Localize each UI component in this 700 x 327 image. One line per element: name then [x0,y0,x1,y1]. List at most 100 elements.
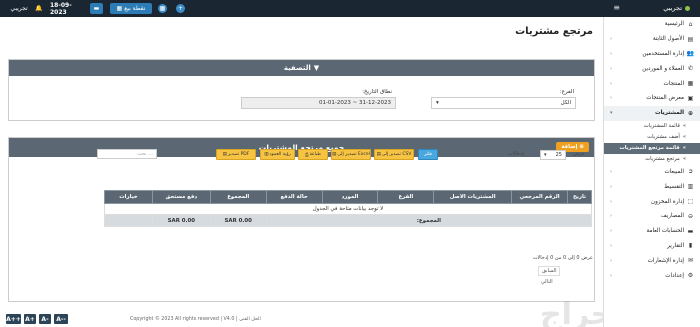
double-angle-icon: » [682,145,686,152]
filter-panel: التصفية ▼ الفرع: ▾ الكل نطاق التاريخ: 01-0… [8,59,595,121]
sidebar-item[interactable]: » مرتجع مشتريات [604,154,700,165]
sidebar-item-label: إدارة الإشعارات [647,257,684,264]
chevron-down-icon: ▾ [436,100,439,106]
chart-icon: ▮ [688,242,693,250]
user-menu[interactable]: تجريبي [6,3,32,14]
chevron-icon: ‹ [610,257,612,264]
sidebar-item[interactable]: » أضف مشتريات [604,132,700,143]
plus-circle-icon: ⊕ [687,109,694,117]
contacts-icon: ✆ [687,65,694,73]
chevron-icon: ‹ [610,198,612,205]
column-visibility-button[interactable]: ▥ رؤية العمود [260,149,295,160]
sidebar-item[interactable]: 👥 إدارة المستخدمين ‹ [604,47,700,62]
sidebar: ⌂ الرئيسية ▤ الأصول الثابتة ‹ 👥 إدارة المستخدم… [603,17,700,327]
hamburger-icon[interactable]: ≡ [613,3,620,12]
chevron-icon: ‹ [610,168,612,175]
zoom-smallest-button[interactable]: A-- [54,314,68,324]
add-circle-icon[interactable]: + [176,4,185,13]
sidebar-item[interactable]: ⚙ إعدادات ‹ [604,268,700,283]
sidebar-item[interactable]: ▮ التقارير ‹ [604,239,700,254]
entries-select[interactable]: ▾ 25 [540,150,566,160]
sidebar-item[interactable]: » قائمة المشتريات [604,121,700,132]
total-label: المجموع: [265,214,593,227]
chevron-icon: ‹ [610,242,612,249]
sidebar-item-label: العملاء و الموردين [642,65,684,72]
sidebar-item-label: التقسيط [664,183,684,190]
pos-icon: ▦ [116,5,125,12]
watermark-logo: حراج [540,297,613,327]
column-header[interactable]: المشتريات الاصل [433,190,513,204]
calculator-icon[interactable]: ▦ [158,4,167,13]
chevron-icon: ‹ [610,183,612,190]
sidebar-item[interactable]: ➲ المبيعات ‹ [604,165,700,180]
returns-table: خيارات دفع مستحق المجموع حالة الدفع المو… [104,190,593,227]
export-pdf-button[interactable]: ▤ تصدير PDF [216,149,256,160]
sidebar-item-label: المصاريف [660,213,684,220]
filter-header[interactable]: التصفية ▼ [9,60,594,76]
branch-select[interactable]: ▾ الكل [431,97,576,109]
prev-page-button[interactable]: السابق [538,266,561,276]
sidebar-item[interactable]: ▦ المنتجات ‹ [604,76,700,91]
sidebar-item[interactable]: ▥ التقسيط ‹ [604,179,700,194]
sidebar-item-label: إدارة المخزون [650,198,684,205]
branch-label: الفرع: [559,89,574,95]
search-input[interactable]: بحث ... [97,149,157,159]
column-header[interactable]: خيارات [104,190,153,204]
export-csv-button[interactable]: ▤ تصدير إلى CSV [374,149,414,160]
sidebar-item[interactable]: » قائمة مرتجع المشتريات [604,142,700,154]
chevron-down-icon: ▾ [544,152,547,158]
empty-row: لا توجد بيانات متاحة في الجدول [104,203,592,215]
chevron-icon: ‹ [610,228,612,235]
chevron-icon: ‹ [610,95,612,102]
sidebar-item[interactable]: ▬ الحسابات العامة ‹ [604,224,700,239]
print-button[interactable]: ⎙ طباعة [298,149,328,160]
column-header[interactable]: المورد [321,190,379,204]
sidebar-item[interactable]: ⌂ الرئيسية [604,17,700,32]
filter-button[interactable]: فلتر [418,149,438,160]
status-dot-icon [685,5,690,11]
sidebar-item[interactable]: ▣ معرض المنتجات ‹ [604,91,700,106]
chevron-icon: ‹ [610,213,612,220]
column-header[interactable]: الفرع [377,190,435,204]
sidebar-item[interactable]: ⊕ المشتريات ▾ [604,105,700,121]
sidebar-item-label: قائمة المشتريات [643,123,680,130]
bell-icon[interactable]: 🔔 [35,3,43,14]
money-icon[interactable]: ▬ [90,3,103,14]
cubes-icon: ▦ [687,80,694,88]
pos-button[interactable]: ▦ نقطة بيع [110,3,152,14]
next-page-button[interactable]: التالي [538,277,556,287]
date-range-input[interactable]: 01-01-2023 ~ 31-12-2023 [241,97,396,109]
double-angle-icon: » [682,123,686,130]
sidebar-item-label: الأصول الثابتة [652,36,684,43]
sidebar-item-label: المشتريات [654,110,684,117]
column-header[interactable]: تاريخ [566,190,593,204]
money-icon: ▬ [687,227,694,235]
sidebar-item[interactable]: ▤ الأصول الثابتة ‹ [604,32,700,47]
zoom-smaller-button[interactable]: A- [39,314,51,324]
column-header[interactable]: المجموع [209,190,267,204]
sidebar-item[interactable]: ✆ العملاء و الموردين ‹ [604,61,700,76]
sidebar-item-label: المنتجات [663,80,684,87]
sidebar-item[interactable]: ✉ إدارة الإشعارات ‹ [604,253,700,268]
column-header[interactable]: دفع مستحق [151,190,211,204]
sidebar-item-label: معرض المنتجات [646,95,684,102]
sidebar-item-label: المبيعات [664,168,684,175]
footer: Copyright © 2023 All rights reserved | V… [130,317,261,322]
zoom-larger-button[interactable]: A+ [24,314,36,324]
chevron-icon: ‹ [610,65,612,72]
entries-label: إدخالات [508,151,524,157]
zoom-largest-button[interactable]: A++ [6,314,21,324]
column-header[interactable]: الرقم المرجعي [511,190,568,204]
minus-circle-icon: ⊖ [687,212,694,220]
stock-icon: ⬚ [687,198,694,206]
show-label: عرض [573,151,585,157]
brand[interactable]: تجريبي [663,4,690,12]
export-excel-button[interactable]: ▤ تصدير إلى Excel [331,149,371,160]
date-display: 18-09-2023 [50,1,72,16]
sidebar-item[interactable]: ⊖ المصاريف ‹ [604,209,700,224]
sidebar-item[interactable]: ⬚ إدارة المخزون ‹ [604,194,700,209]
sidebar-item-label: أضف مشتريات [647,134,680,141]
column-header[interactable]: حالة الدفع [265,190,323,204]
chevron-icon: ▾ [610,110,613,117]
building-icon: ▤ [687,35,694,43]
